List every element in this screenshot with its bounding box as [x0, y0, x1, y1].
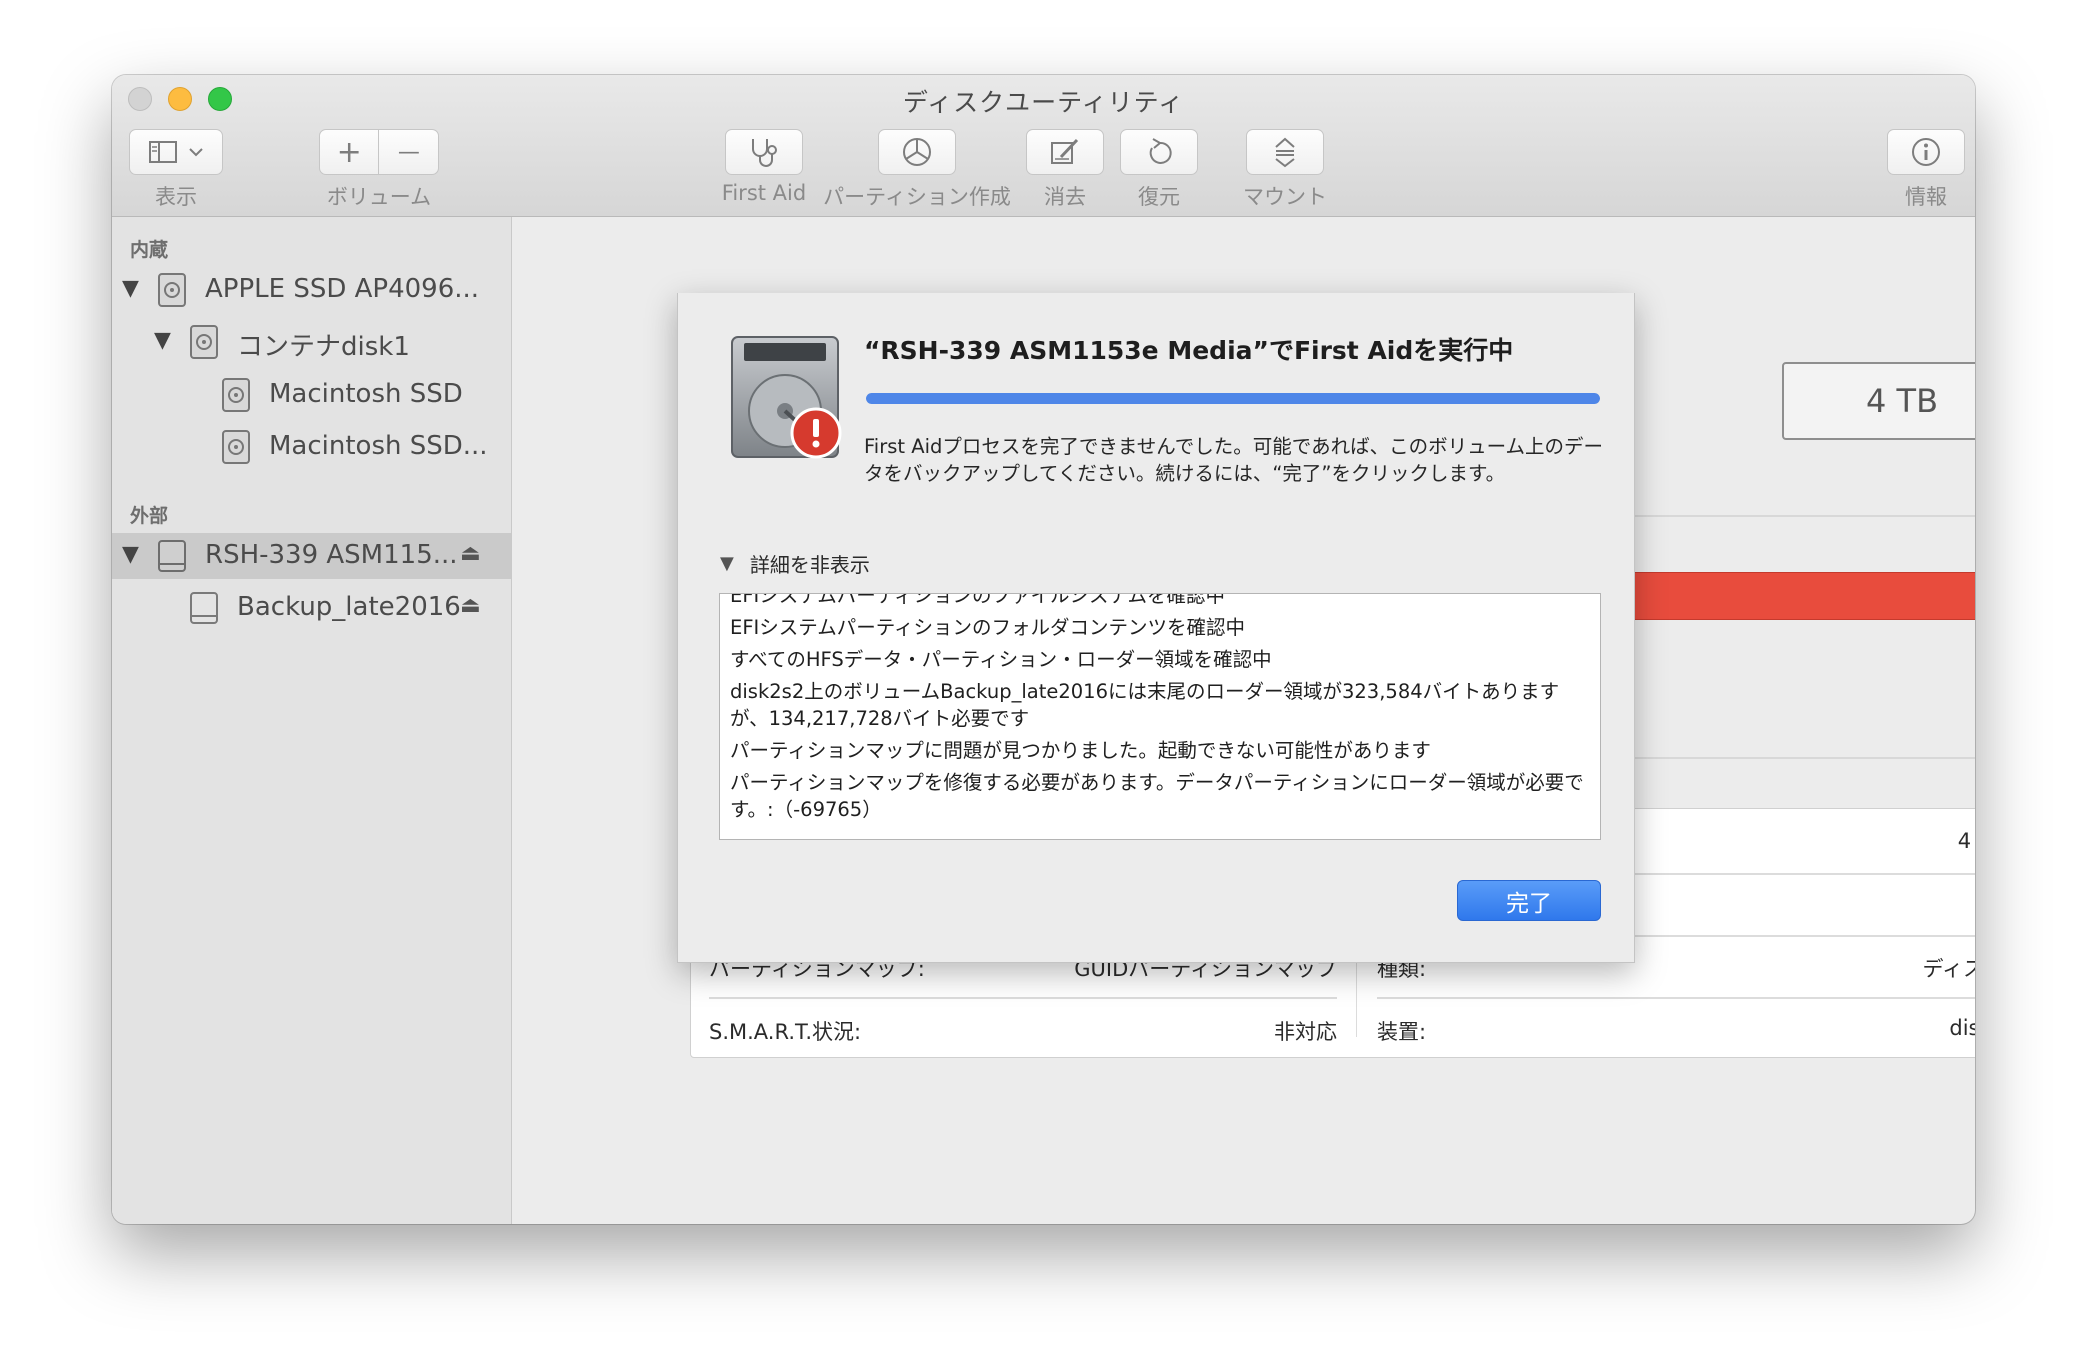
- info-value: 非対応: [1274, 1020, 1337, 1044]
- sidebar-item-macintosh-ssd-data[interactable]: Macintosh SSD...: [112, 424, 511, 470]
- volume-disk-icon: [222, 430, 250, 464]
- log-line: EFIシステムパーティションのフォルダコンテンツを確認中: [730, 616, 1246, 639]
- container-disk-icon: [190, 325, 218, 359]
- info-value: ディスク: [1922, 957, 1975, 981]
- disclosure-triangle-icon[interactable]: ▼: [154, 328, 171, 353]
- info-value: disk2: [1949, 1016, 1975, 1040]
- details-toggle[interactable]: ▼ 詳細を非表示: [720, 549, 870, 578]
- sidebar: 内蔵 ▼ APPLE SSD AP4096... ▼ コンテナdisk1 Mac…: [112, 217, 512, 1224]
- stethoscope-icon: [752, 139, 777, 167]
- dialog-message: First Aidプロセスを完了できませんでした。可能であれば、このボリューム上…: [864, 435, 1604, 485]
- usage-bar: [1612, 572, 1975, 620]
- log-line: すべてのHFSデータ・パーティション・ローダー領域を確認中: [730, 648, 1272, 671]
- sidebar-item-label: Macintosh SSD: [269, 379, 463, 409]
- erase-button[interactable]: [1026, 129, 1104, 175]
- view-button[interactable]: [129, 129, 223, 175]
- view-label: 表示: [155, 185, 197, 209]
- chevron-down-icon: [189, 148, 203, 157]
- restore-arrow-icon: [1149, 138, 1172, 164]
- remove-volume-button[interactable]: —: [380, 140, 438, 165]
- log-line: パーティションマップを修復する必要があります。データパーティションにローダー領域…: [730, 771, 1584, 821]
- mount-label: マウント: [1243, 185, 1327, 209]
- disk-utility-window: ディスクユーティリティ 表示 + — ボリューム First Aid パーティシ…: [112, 75, 1975, 1224]
- info-row-smart-status: S.M.A.R.T.状況: 非対応: [709, 1016, 1337, 1056]
- divider: [1632, 515, 1975, 517]
- erase-label: 消去: [1044, 185, 1086, 209]
- sidebar-heading-internal: 内蔵: [130, 239, 169, 261]
- divider: [1632, 757, 1975, 759]
- info-value: 4 TB: [1957, 829, 1975, 853]
- info-icon: [1912, 138, 1940, 166]
- done-button[interactable]: 完了: [1457, 880, 1601, 921]
- dialog-title: “RSH-339 ASM1153e Media”でFirst Aidを実行中: [864, 336, 1514, 365]
- partition-label: パーティション作成: [823, 185, 1011, 209]
- sidebar-heading-external: 外部: [130, 505, 169, 527]
- sidebar-item-backup-late2016[interactable]: Backup_late2016 ⏏: [112, 585, 511, 631]
- sidebar-item-label: RSH-339 ASM115...: [205, 540, 458, 570]
- volume-segmented-control: + —: [319, 129, 439, 175]
- sidebar-item-label: APPLE SSD AP4096...: [205, 274, 480, 304]
- log-line: パーティションマップに問題が見つかりました。起動できない可能性があります: [730, 739, 1431, 762]
- volume-label: ボリューム: [326, 185, 432, 209]
- sidebar-item-label: コンテナdisk1: [237, 332, 410, 362]
- log-line: disk2s2上のボリュームBackup_late2016には末尾のローダー領域…: [730, 680, 1560, 730]
- erase-pencil-icon: [1051, 138, 1079, 164]
- sidebar-item-label: Backup_late2016: [237, 592, 461, 622]
- info-label: 情報: [1905, 185, 1947, 209]
- mount-button[interactable]: [1246, 129, 1324, 175]
- pie-chart-icon: [903, 138, 931, 166]
- sidebar-item-rsh-339[interactable]: ▼ RSH-339 ASM115... ⏏: [112, 533, 511, 579]
- restore-button[interactable]: [1120, 129, 1198, 175]
- first-aid-button[interactable]: [725, 129, 803, 175]
- log-content: EFIシステムパーティションのファイルシステムを確認中 EFIシステムパーティシ…: [730, 593, 1590, 828]
- details-log[interactable]: EFIシステムパーティションのファイルシステムを確認中 EFIシステムパーティシ…: [719, 593, 1601, 840]
- first-aid-label: First Aid: [721, 181, 807, 205]
- eject-icon[interactable]: ⏏: [460, 541, 481, 566]
- toolbar: ディスクユーティリティ 表示 + — ボリューム First Aid パーティシ…: [112, 75, 1975, 217]
- info-key: S.M.A.R.T.状況:: [709, 1020, 862, 1044]
- sidebar-toggle-icon: [149, 141, 177, 163]
- progress-bar: [866, 393, 1600, 404]
- partition-button[interactable]: [878, 129, 956, 175]
- sidebar-item-apple-ssd[interactable]: ▼ APPLE SSD AP4096...: [112, 267, 511, 313]
- disclosure-triangle-icon: ▼: [720, 553, 734, 574]
- restore-label: 復元: [1138, 185, 1180, 209]
- internal-disk-icon: [158, 273, 186, 307]
- capacity-box: 4 TB: [1782, 362, 1975, 440]
- info-button[interactable]: [1887, 129, 1965, 175]
- disclosure-triangle-icon[interactable]: ▼: [122, 542, 139, 567]
- details-toggle-label: 詳細を非表示: [749, 553, 870, 577]
- external-volume-icon: [190, 592, 218, 624]
- add-volume-button[interactable]: +: [320, 135, 378, 170]
- first-aid-sheet: “RSH-339 ASM1153e Media”でFirst Aidを実行中 F…: [677, 293, 1635, 963]
- row-divider: [709, 997, 1337, 999]
- window-title: ディスクユーティリティ: [902, 88, 1185, 117]
- hard-drive-alert-icon: [731, 336, 842, 459]
- eject-icon[interactable]: ⏏: [460, 593, 481, 618]
- sidebar-item-label: Macintosh SSD...: [269, 431, 488, 461]
- sidebar-item-macintosh-ssd[interactable]: Macintosh SSD: [112, 372, 511, 418]
- sidebar-item-container-disk1[interactable]: ▼ コンテナdisk1: [112, 319, 511, 365]
- info-row-device: 装置: disk2: [1377, 1016, 1975, 1056]
- disclosure-triangle-icon[interactable]: ▼: [122, 276, 139, 301]
- log-line: EFIシステムパーティションのファイルシステムを確認中: [730, 593, 1225, 607]
- row-divider: [1377, 997, 1975, 999]
- progress-bar-fill: [866, 393, 1600, 404]
- external-disk-icon: [158, 540, 186, 572]
- mount-icon: [1275, 137, 1295, 168]
- info-key: 装置:: [1377, 1020, 1427, 1044]
- volume-disk-icon: [222, 378, 250, 412]
